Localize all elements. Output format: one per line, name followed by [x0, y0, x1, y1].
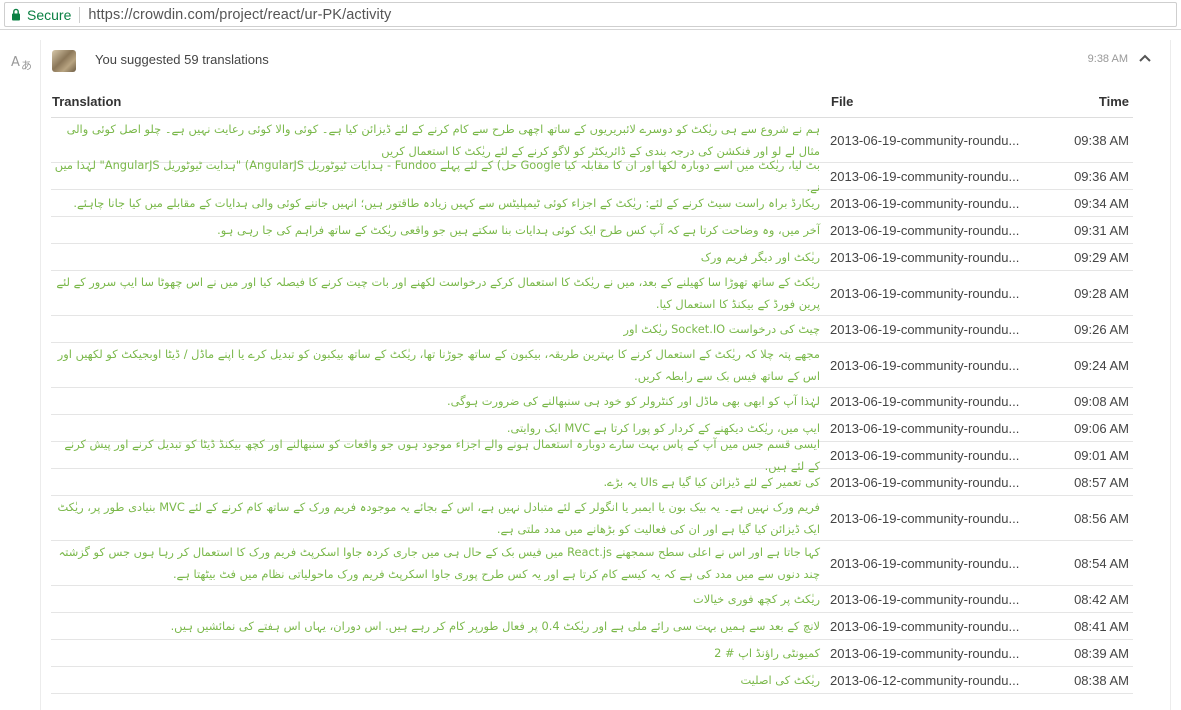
file-cell[interactable]: 2013-06-19-community-roundu...	[830, 223, 1060, 238]
table-row[interactable]: ایسی قسم جس میں آپ کے پاس بہت سارے دوبار…	[51, 437, 1133, 473]
file-cell[interactable]: 2013-06-19-community-roundu...	[830, 592, 1060, 607]
table-row[interactable]: لہٰذا آپ کو ابھی بھی ماڈل اور کنٹرولر کو…	[51, 388, 1133, 415]
table-row[interactable]: ریٰکٹ پر کچھ فوری خیالات 2013-06-19-commu…	[51, 586, 1133, 613]
translation-cell[interactable]: کمیونٹی راؤنڈ اپ # 2	[51, 642, 830, 664]
file-cell[interactable]: 2013-06-19-community-roundu...	[830, 556, 1060, 571]
time-cell: 08:56 AM	[1074, 510, 1129, 526]
time-cell: 08:41 AM	[1074, 618, 1129, 634]
time-cell: 09:26 AM	[1074, 321, 1129, 337]
table-row[interactable]: فریم ورک نہیں ہے۔ یہ بیک بون یا ایمبر یا…	[51, 496, 1133, 541]
file-cell[interactable]: 2013-06-19-community-roundu...	[830, 619, 1060, 634]
time-cell: 09:06 AM	[1074, 420, 1129, 436]
table-row[interactable]: لانچ کے بعد سے ہمیں بہت سی رائے ملی ہے ا…	[51, 613, 1133, 640]
file-cell[interactable]: 2013-06-19-community-roundu...	[830, 169, 1060, 184]
column-header-time: Time	[1098, 94, 1129, 109]
table-header: Translation File Time	[51, 86, 1133, 118]
column-header-translation: Translation	[52, 94, 122, 109]
time-cell: 08:38 AM	[1074, 672, 1129, 688]
translation-cell[interactable]: ریٰکٹ کی اصلیت	[51, 669, 830, 691]
table-row[interactable]: کہا جاتا ہے اور اس نے اعلی سطح سمجھنے Re…	[51, 541, 1133, 586]
translation-cell[interactable]: ریٰکٹ اور دیگر فریم ورک	[51, 246, 830, 268]
activity-time: 9:38 AM	[1087, 53, 1128, 65]
activity-summary: You suggested 59 translations	[95, 52, 269, 67]
time-cell: 09:29 AM	[1074, 249, 1129, 265]
chevron-up-icon[interactable]	[1138, 53, 1152, 63]
file-cell[interactable]: 2013-06-19-community-roundu...	[830, 448, 1060, 463]
url-text[interactable]: https://crowdin.com/project/react/ur-PK/…	[88, 7, 391, 23]
translation-cell[interactable]: لانچ کے بعد سے ہمیں بہت سی رائے ملی ہے ا…	[51, 615, 830, 637]
translation-cell[interactable]: چیٹ کی درخواست Socket.IO ریٰکٹ اور	[51, 318, 830, 340]
file-cell[interactable]: 2013-06-19-community-roundu...	[830, 646, 1060, 661]
translate-icon: A あ	[11, 55, 32, 70]
translations-table: Translation File Time ہم نے شروع سے ہی ر…	[51, 86, 1133, 694]
table-body: ہم نے شروع سے ہی ریٰکٹ کو دوسرے لائبریری…	[51, 118, 1133, 694]
time-cell: 08:39 AM	[1074, 645, 1129, 661]
secure-label[interactable]: Secure	[27, 7, 71, 23]
table-row[interactable]: ریکارڈ براہ راست سیٹ کرنے کے لئے: ریٰکٹ …	[51, 190, 1133, 217]
svg-text:A: A	[11, 55, 20, 70]
file-cell[interactable]: 2013-06-19-community-roundu...	[830, 475, 1060, 490]
translation-cell[interactable]: آخر میں، وہ وضاحت کرتا ہے کہ آپ کس طرح ا…	[51, 219, 830, 241]
activity-card: You suggested 59 translations 9:38 AM Tr…	[40, 40, 1171, 710]
table-row[interactable]: کی تعمیر کے لئے ڈیزائن کیا گیا ہے UIs یہ…	[51, 469, 1133, 496]
file-cell[interactable]: 2013-06-12-community-roundu...	[830, 673, 1060, 688]
time-cell: 09:36 AM	[1074, 168, 1129, 184]
time-cell: 09:31 AM	[1074, 222, 1129, 238]
file-cell[interactable]: 2013-06-19-community-roundu...	[830, 250, 1060, 265]
translation-cell[interactable]: کی تعمیر کے لئے ڈیزائن کیا گیا ہے UIs یہ…	[51, 471, 830, 493]
translation-cell[interactable]: ریکارڈ براہ راست سیٹ کرنے کے لئے: ریٰکٹ …	[51, 192, 830, 214]
table-row[interactable]: مجھے پتہ چلا کہ ریٰکٹ کے استعمال کرنے کا…	[51, 343, 1133, 388]
time-cell: 08:54 AM	[1074, 555, 1129, 571]
time-cell: 08:42 AM	[1074, 591, 1129, 607]
column-header-file: File	[831, 94, 854, 109]
file-cell[interactable]: 2013-06-19-community-roundu...	[830, 196, 1060, 211]
table-row[interactable]: ریٰکٹ اور دیگر فریم ورک 2013-06-19-commun…	[51, 244, 1133, 271]
time-cell: 09:24 AM	[1074, 357, 1129, 373]
time-cell: 09:34 AM	[1074, 195, 1129, 211]
translation-cell[interactable]: لہٰذا آپ کو ابھی بھی ماڈل اور کنٹرولر کو…	[51, 390, 830, 412]
file-cell[interactable]: 2013-06-19-community-roundu...	[830, 133, 1060, 148]
table-row[interactable]: چیٹ کی درخواست Socket.IO ریٰکٹ اور 2013-0…	[51, 316, 1133, 343]
svg-text:あ: あ	[21, 59, 32, 70]
time-cell: 09:28 AM	[1074, 285, 1129, 301]
file-cell[interactable]: 2013-06-19-community-roundu...	[830, 394, 1060, 409]
translation-cell[interactable]: فریم ورک نہیں ہے۔ یہ بیک بون یا ایمبر یا…	[51, 496, 830, 540]
table-row[interactable]: ریٰکٹ کے ساتھ تھوڑا سا کھیلنے کے بعد، می…	[51, 271, 1133, 316]
time-cell: 09:38 AM	[1074, 132, 1129, 148]
url-field[interactable]: Secure https://crowdin.com/project/react…	[4, 2, 1177, 27]
translation-cell[interactable]: ریٰکٹ کے ساتھ تھوڑا سا کھیلنے کے بعد، می…	[51, 271, 830, 315]
translation-cell[interactable]: ریٰکٹ پر کچھ فوری خیالات	[51, 588, 830, 610]
url-separator	[79, 6, 81, 23]
file-cell[interactable]: 2013-06-19-community-roundu...	[830, 511, 1060, 526]
table-row[interactable]: بٹ لیا، ریٰکٹ میں اسے دوبارہ لکھا اور ان…	[51, 158, 1133, 194]
time-cell: 08:57 AM	[1074, 474, 1129, 490]
table-row[interactable]: آخر میں، وہ وضاحت کرتا ہے کہ آپ کس طرح ا…	[51, 217, 1133, 244]
translation-cell[interactable]: مجھے پتہ چلا کہ ریٰکٹ کے استعمال کرنے کا…	[51, 343, 830, 387]
time-cell: 09:08 AM	[1074, 393, 1129, 409]
table-row[interactable]: ریٰکٹ کی اصلیت 2013-06-12-community-round…	[51, 667, 1133, 694]
lock-icon	[12, 8, 20, 21]
table-row[interactable]: کمیونٹی راؤنڈ اپ # 2 2013-06-19-community…	[51, 640, 1133, 667]
avatar[interactable]	[52, 50, 76, 72]
translation-cell[interactable]: کہا جاتا ہے اور اس نے اعلی سطح سمجھنے Re…	[51, 541, 830, 585]
browser-address-bar: Secure https://crowdin.com/project/react…	[0, 0, 1181, 30]
file-cell[interactable]: 2013-06-19-community-roundu...	[830, 322, 1060, 337]
file-cell[interactable]: 2013-06-19-community-roundu...	[830, 286, 1060, 301]
file-cell[interactable]: 2013-06-19-community-roundu...	[830, 358, 1060, 373]
file-cell[interactable]: 2013-06-19-community-roundu...	[830, 421, 1060, 436]
time-cell: 09:01 AM	[1074, 447, 1129, 463]
